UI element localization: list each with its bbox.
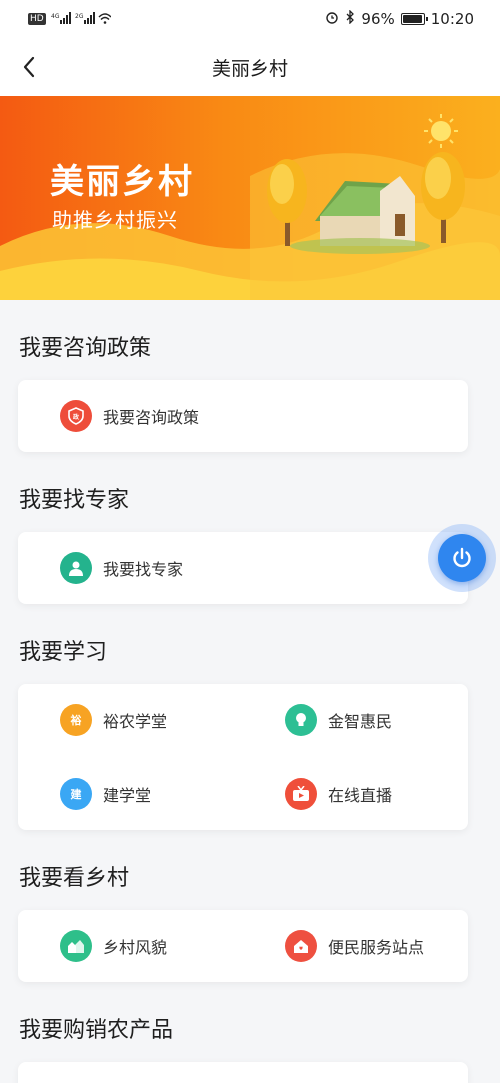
section-title-policy: 我要咨询政策 (19, 336, 152, 361)
section-title-expert: 我要找专家 (19, 488, 130, 513)
consult-policy-label: 我要咨询政策 (103, 408, 200, 427)
live-tv-icon (285, 778, 317, 810)
power-icon (453, 547, 471, 568)
section-title-study: 我要学习 (19, 640, 108, 665)
page-title: 美丽乡村 (211, 57, 288, 80)
study-card: 裕 裕农学堂 金智惠民 建 建学堂 在线直播 (18, 684, 468, 830)
yunong-school-label: 裕农学堂 (103, 712, 168, 731)
jian-school-label: 建学堂 (103, 786, 152, 805)
back-button[interactable] (14, 52, 44, 82)
consult-policy-item[interactable]: 政 我要咨询政策 (60, 396, 199, 436)
power-fab-button[interactable] (428, 524, 496, 592)
nav-bar: 美丽乡村 (0, 38, 500, 96)
jinzhi-huimin-item[interactable]: 金智惠民 (285, 700, 392, 740)
service-station-item[interactable]: 便民服务站点 (285, 926, 424, 966)
expert-card: 我要找专家 (18, 532, 468, 604)
find-expert-label: 我要找专家 (103, 560, 184, 579)
battery-icon (400, 13, 428, 25)
status-bar: HD 4G 2G 96% 10:20 (0, 0, 500, 38)
yunong-school-icon: 裕 (60, 704, 92, 736)
chevron-left-icon (23, 56, 35, 78)
banner-title: 美丽乡村 (50, 162, 194, 202)
expert-person-icon (60, 552, 92, 584)
jian-school-icon: 建 (60, 778, 92, 810)
policy-card: 政 我要咨询政策 (18, 380, 468, 452)
policy-shield-icon: 政 (60, 400, 92, 432)
agri-products-card (18, 1062, 468, 1083)
status-right: 96% 10:20 (325, 9, 474, 28)
hd-badge: HD (28, 13, 46, 25)
jian-school-item[interactable]: 建 建学堂 (60, 774, 151, 814)
village-scene-item[interactable]: 乡村风貌 (60, 926, 167, 966)
banner-subtitle: 助推乡村振兴 (52, 208, 178, 232)
village-scene-icon (60, 930, 92, 962)
status-left: HD 4G 2G (28, 11, 112, 27)
section-title-agri-products: 我要购销农产品 (19, 1018, 174, 1043)
signal-icon: 4G 2G (51, 11, 112, 27)
live-stream-item[interactable]: 在线直播 (285, 774, 392, 814)
battery-percent: 96% (361, 10, 395, 28)
village-scene-label: 乡村风貌 (103, 938, 168, 957)
clock: 10:20 (430, 10, 474, 28)
bluetooth-icon (345, 9, 355, 28)
yunong-school-item[interactable]: 裕 裕农学堂 (60, 700, 167, 740)
lightbulb-icon (285, 704, 317, 736)
find-expert-item[interactable]: 我要找专家 (60, 548, 183, 588)
svg-text:4G: 4G (51, 13, 60, 20)
section-title-village: 我要看乡村 (19, 866, 130, 891)
village-card: 乡村风貌 便民服务站点 (18, 910, 468, 982)
service-station-label: 便民服务站点 (328, 938, 425, 957)
jinzhi-huimin-label: 金智惠民 (328, 712, 393, 731)
hero-banner[interactable]: 美丽乡村 助推乡村振兴 (0, 96, 500, 300)
live-stream-label: 在线直播 (328, 786, 393, 805)
service-house-icon (285, 930, 317, 962)
svg-text:政: 政 (73, 413, 80, 421)
alarm-icon (325, 10, 339, 28)
fab-inner (438, 534, 486, 582)
svg-text:2G: 2G (75, 13, 84, 20)
